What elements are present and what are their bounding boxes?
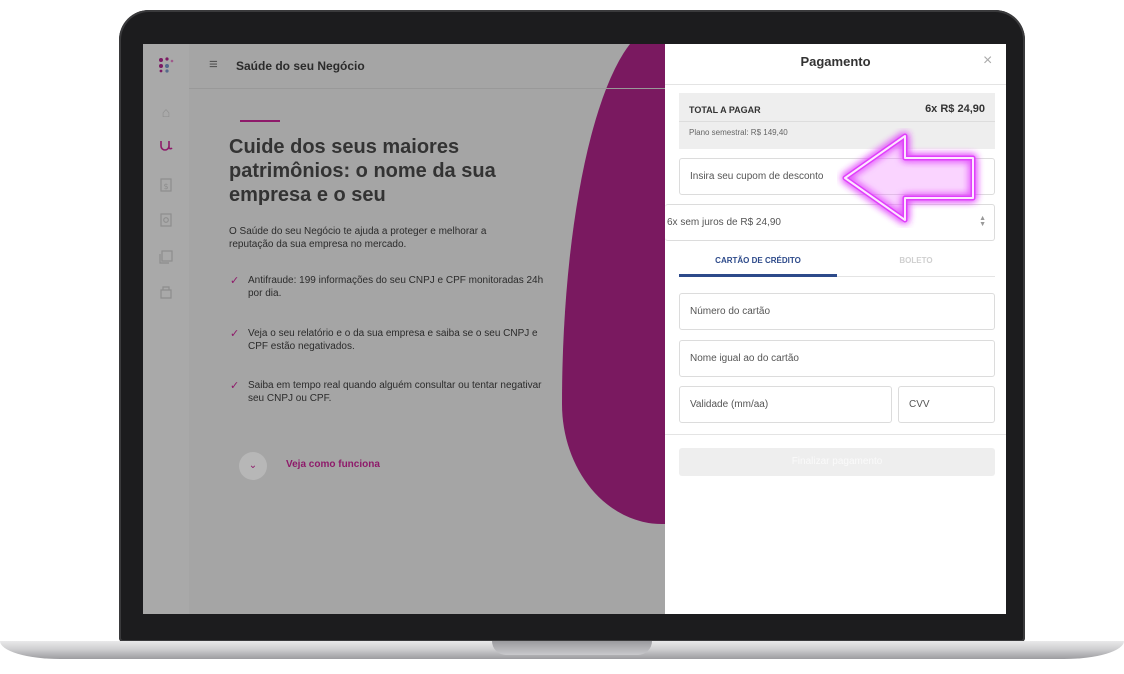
- installments-value: 6x sem juros de R$ 24,90: [667, 217, 781, 228]
- cvv-input[interactable]: CVV: [898, 386, 995, 423]
- submit-payment-button[interactable]: Finalizar pagamento: [679, 448, 995, 476]
- divider: [679, 121, 995, 122]
- home-icon[interactable]: ⌂: [158, 104, 174, 120]
- card-number-input[interactable]: Número do cartão: [679, 293, 995, 330]
- cvv-placeholder: CVV: [909, 399, 930, 410]
- menu-icon[interactable]: ≡: [209, 56, 218, 73]
- tab-credit-card[interactable]: CARTÃO DE CRÉDITO: [679, 256, 837, 276]
- card-name-placeholder: Nome igual ao do cartão: [690, 353, 799, 364]
- box-icon[interactable]: [158, 284, 174, 300]
- divider: [665, 84, 1006, 85]
- main-content: ≡ Saúde do seu Negócio Cuide dos seus ma…: [189, 44, 665, 614]
- tab-active-indicator: [679, 274, 837, 277]
- total-value: 6x R$ 24,90: [925, 103, 985, 115]
- stack-icon[interactable]: [158, 249, 174, 265]
- search-document-icon[interactable]: [158, 212, 174, 228]
- check-icon: ✓: [230, 380, 240, 392]
- glowing-arrow-icon: [842, 133, 976, 223]
- tab-boleto[interactable]: BOLETO: [837, 256, 995, 276]
- check-icon: ✓: [230, 275, 240, 287]
- document-dollar-icon[interactable]: $: [158, 177, 174, 193]
- page-title: Saúde do seu Negócio: [236, 59, 365, 73]
- expiry-input[interactable]: Validade (mm/aa): [679, 386, 892, 423]
- expiry-placeholder: Validade (mm/aa): [690, 399, 769, 410]
- hero-lead: O Saúde do seu Negócio te ajuda a proteg…: [229, 226, 487, 250]
- brand-logo-icon[interactable]: [157, 56, 175, 74]
- svg-text:$: $: [163, 182, 168, 191]
- stethoscope-icon[interactable]: [158, 139, 174, 155]
- payment-title: Pagamento: [800, 54, 871, 69]
- plan-text: Plano semestral: R$ 149,40: [689, 128, 788, 137]
- card-number-placeholder: Número do cartão: [690, 306, 771, 317]
- close-icon[interactable]: ×: [983, 52, 992, 70]
- total-label: TOTAL A PAGAR: [689, 105, 761, 115]
- decorative-shape: [562, 44, 665, 524]
- accent-divider: [240, 120, 280, 122]
- top-bar: ≡ Saúde do seu Negócio: [189, 44, 665, 89]
- how-it-works-link[interactable]: Veja como funciona: [286, 459, 380, 470]
- coupon-placeholder: Insira seu cupom de desconto: [690, 171, 824, 182]
- laptop-notch: [492, 641, 652, 655]
- check-icon: ✓: [230, 328, 240, 340]
- sidebar: ⌂ $: [143, 44, 189, 614]
- chevron-down-icon[interactable]: ⌄: [239, 452, 267, 480]
- card-name-input[interactable]: Nome igual ao do cartão: [679, 340, 995, 377]
- divider: [665, 434, 1006, 435]
- hero-headline: Cuide dos seus maiores patrimônios: o no…: [229, 136, 496, 206]
